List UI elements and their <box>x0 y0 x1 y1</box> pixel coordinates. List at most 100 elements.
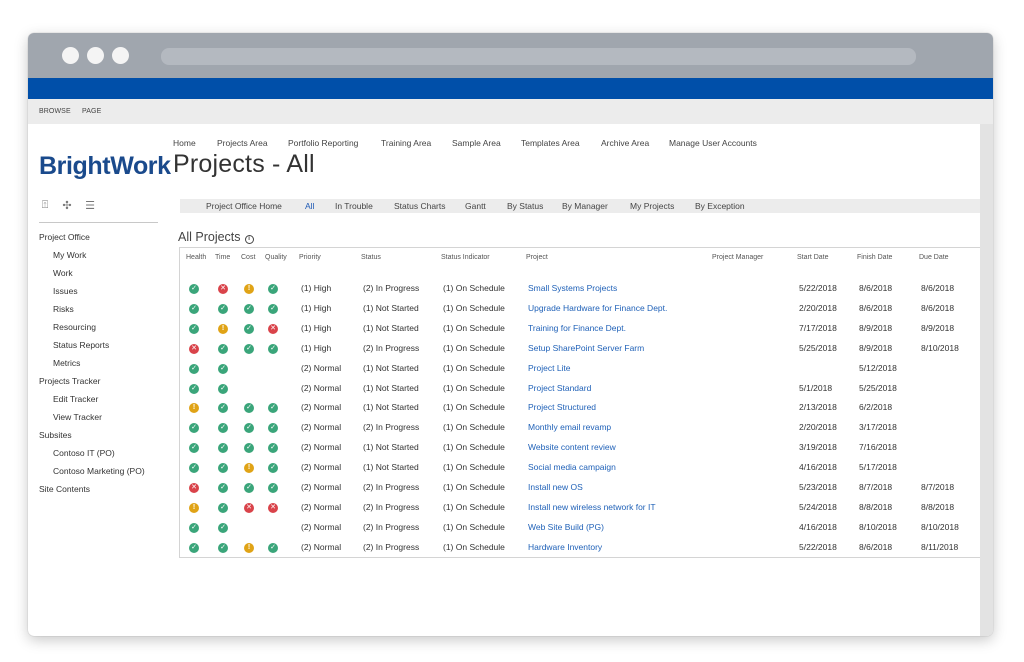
cell-priority: (2) Normal <box>301 362 342 373</box>
time-error-icon: ✕ <box>218 284 228 294</box>
column-header-start-date[interactable]: Start Date <box>797 254 829 261</box>
tab-gantt[interactable]: Gantt <box>465 201 486 211</box>
sidebar-item-edit-tracker[interactable]: Edit Tracker <box>53 394 98 404</box>
top-nav-training-area[interactable]: Training Area <box>381 138 431 148</box>
project-link[interactable]: Web Site Build (PG) <box>528 522 604 532</box>
cell-priority: (2) Normal <box>301 482 342 492</box>
cell-due: 8/6/2018 <box>921 302 955 313</box>
move-icon[interactable]: ✣ <box>61 199 73 212</box>
cell-finish: 5/17/2018 <box>859 462 897 473</box>
top-nav-sample-area[interactable]: Sample Area <box>452 138 501 148</box>
info-icon[interactable]: i <box>244 235 254 244</box>
column-header-quality[interactable]: Quality <box>265 254 287 261</box>
tab-project-office-home[interactable]: Project Office Home <box>206 201 282 211</box>
sidebar-item-subsites[interactable]: Subsites <box>39 430 72 440</box>
column-header-due-date[interactable]: Due Date <box>919 254 949 261</box>
column-header-health[interactable]: Health <box>186 254 206 261</box>
sidebar-item-metrics[interactable]: Metrics <box>53 358 80 368</box>
cell-status: (1) Not Started <box>363 322 419 333</box>
column-header-finish-date[interactable]: Finish Date <box>857 254 892 261</box>
ribbon-tab-page[interactable]: PAGE <box>82 108 101 115</box>
column-header-time[interactable]: Time <box>215 254 230 261</box>
column-header-priority[interactable]: Priority <box>299 254 321 261</box>
project-link[interactable]: Project Structured <box>528 402 596 412</box>
column-header-cost[interactable]: Cost <box>241 254 255 261</box>
tab-in-trouble[interactable]: In Trouble <box>335 201 373 211</box>
sidebar-item-projects-tracker[interactable]: Projects Tracker <box>39 376 100 386</box>
cell-status: (1) Not Started <box>363 382 419 393</box>
sidebar-item-risks[interactable]: Risks <box>53 304 74 314</box>
cell-indicator: (1) On Schedule <box>443 302 505 313</box>
tab-my-projects[interactable]: My Projects <box>630 201 674 211</box>
cell-start: 4/16/2018 <box>799 521 837 532</box>
cell-finish: 6/2/2018 <box>859 402 893 413</box>
cell-indicator: (1) On Schedule <box>443 501 505 512</box>
suite-bar <box>28 78 993 99</box>
cost-warning-icon: ! <box>244 542 254 553</box>
project-link[interactable]: Small Systems Projects <box>528 283 617 293</box>
cell-priority: (1) High <box>301 302 332 313</box>
column-header-project-manager[interactable]: Project Manager <box>712 254 763 261</box>
cell-priority: (2) Normal <box>301 521 342 532</box>
project-link[interactable]: Install new wireless network for IT <box>528 502 656 512</box>
top-nav-home[interactable]: Home <box>173 138 196 148</box>
project-link[interactable]: Project Standard <box>528 383 591 393</box>
sidebar-item-site-contents[interactable]: Site Contents <box>39 484 90 494</box>
cell-start: 2/20/2018 <box>799 422 837 433</box>
sidebar-item-my-work[interactable]: My Work <box>53 250 86 260</box>
cell-indicator: (1) On Schedule <box>443 342 505 353</box>
window-minimize-dot[interactable] <box>87 47 104 64</box>
scrollbar[interactable] <box>980 124 993 636</box>
sidebar-item-issues[interactable]: Issues <box>53 286 78 296</box>
top-nav-templates-area[interactable]: Templates Area <box>521 138 580 148</box>
sidebar-item-work[interactable]: Work <box>53 268 73 278</box>
sidebar-item-contoso-it-po[interactable]: Contoso IT (PO) <box>53 448 115 458</box>
sidebar-item-status-reports[interactable]: Status Reports <box>53 340 109 350</box>
project-link[interactable]: Project Lite <box>528 363 571 373</box>
cell-start: 5/25/2018 <box>799 342 837 353</box>
sidebar-item-contoso-marketing-po[interactable]: Contoso Marketing (PO) <box>53 466 145 476</box>
ribbon-tab-browse[interactable]: BROWSE <box>39 108 71 115</box>
top-nav-manage-user-accounts[interactable]: Manage User Accounts <box>669 138 757 148</box>
list-title-text: All Projects <box>178 230 241 244</box>
tab-status-charts[interactable]: Status Charts <box>394 201 446 211</box>
tab-by-status[interactable]: By Status <box>507 201 543 211</box>
top-nav-portfolio-reporting[interactable]: Portfolio Reporting <box>288 138 358 148</box>
project-link[interactable]: Training for Finance Dept. <box>528 323 626 333</box>
project-link[interactable]: Hardware Inventory <box>528 542 602 552</box>
address-bar[interactable] <box>161 48 916 65</box>
health-check-icon: ✓ <box>189 323 199 334</box>
share-icon[interactable]: ⍐ <box>39 199 51 212</box>
cell-priority: (2) Normal <box>301 442 342 453</box>
top-nav-projects-area[interactable]: Projects Area <box>217 138 268 148</box>
column-header-status-indicator[interactable]: Status Indicator <box>441 254 490 261</box>
brightwork-logo[interactable]: BrightWork <box>39 152 171 181</box>
column-header-status[interactable]: Status <box>361 254 381 261</box>
project-link[interactable]: Upgrade Hardware for Finance Dept. <box>528 303 667 313</box>
tab-all[interactable]: All <box>305 201 314 211</box>
quality-check-icon: ✓ <box>268 483 278 493</box>
cost-warning-icon: ! <box>244 284 254 294</box>
project-link[interactable]: Setup SharePoint Server Farm <box>528 343 644 353</box>
health-check-icon: ✓ <box>189 303 199 314</box>
project-link[interactable]: Social media campaign <box>528 462 616 472</box>
tab-by-exception[interactable]: By Exception <box>695 201 745 211</box>
top-nav-archive-area[interactable]: Archive Area <box>601 138 649 148</box>
sidebar-item-project-office[interactable]: Project Office <box>39 232 90 242</box>
sidebar-item-resourcing[interactable]: Resourcing <box>53 322 96 332</box>
sidebar-item-view-tracker[interactable]: View Tracker <box>53 412 102 422</box>
list-icon[interactable]: ☰ <box>84 199 96 212</box>
cost-check-icon: ✓ <box>244 303 254 314</box>
tab-by-manager[interactable]: By Manager <box>562 201 608 211</box>
project-link[interactable]: Monthly email revamp <box>528 422 611 432</box>
cell-priority: (1) High <box>301 283 332 293</box>
project-link[interactable]: Website content review <box>528 442 616 452</box>
window-close-dot[interactable] <box>62 47 79 64</box>
cell-due: 8/10/2018 <box>921 521 959 532</box>
window-maximize-dot[interactable] <box>112 47 129 64</box>
cell-indicator: (1) On Schedule <box>443 362 505 373</box>
column-header-project[interactable]: Project <box>526 254 548 261</box>
project-link[interactable]: Install new OS <box>528 482 583 492</box>
cell-priority: (2) Normal <box>301 541 342 552</box>
cell-start: 5/22/2018 <box>799 541 837 552</box>
